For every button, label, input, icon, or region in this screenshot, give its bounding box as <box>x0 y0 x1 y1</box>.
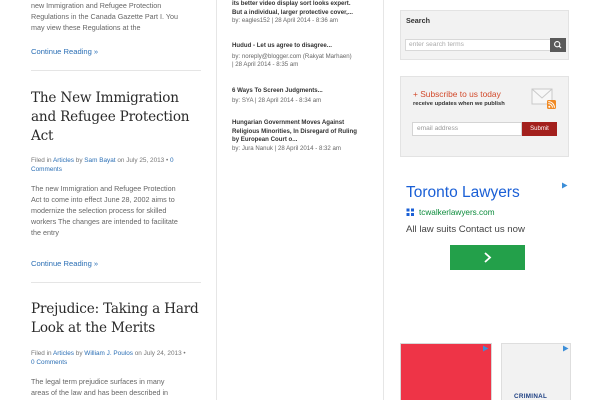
comment-byline: by: eagles152 | 28 April 2014 - 8:36 am <box>232 17 338 24</box>
adchoices-icon[interactable] <box>482 345 489 352</box>
email-field[interactable]: email address <box>412 122 522 136</box>
ad-banner-criminal[interactable] <box>501 343 571 400</box>
category-link[interactable]: Articles <box>53 157 74 164</box>
post-item: Prejudice: Taking a Hard Look at the Mer… <box>31 300 206 398</box>
comment-title-link[interactable]: Hudud - Let us agree to disagree... <box>232 42 382 51</box>
listing-icon <box>406 208 414 216</box>
post-divider <box>31 282 201 283</box>
search-widget: Search enter search terms <box>400 10 569 60</box>
ad-arrow-button[interactable] <box>450 245 525 270</box>
post-title-line[interactable]: Prejudice: Taking a Hard <box>31 300 206 319</box>
ad-banner-red[interactable] <box>400 343 492 400</box>
ad-banner-text: CRIMINAL <box>514 393 548 400</box>
category-link[interactable]: Articles <box>53 350 74 357</box>
comment-title-line[interactable]: by European Court o... <box>232 136 382 145</box>
comment-byline: | 28 April 2014 - 8:35 am <box>232 61 299 68</box>
recent-comment-item: Hungarian Government Moves Against Relig… <box>232 119 382 153</box>
post-title-line[interactable]: Act <box>31 127 206 146</box>
post-title-line[interactable]: Look at the Merits <box>31 319 206 338</box>
search-widget-title: Search <box>406 16 430 25</box>
meta-label: by <box>73 157 85 164</box>
comments-count-link[interactable]: 0 <box>170 157 174 164</box>
post-title-link[interactable]: Prejudice: Taking a Hard Look at the Mer… <box>31 300 206 338</box>
meta-label: Filed in <box>31 350 54 357</box>
post-meta: Filed in Articles by Sam Bayat on July 2… <box>31 156 206 174</box>
ad-headline-link[interactable]: Toronto Lawyers <box>406 184 520 202</box>
comments-link[interactable]: Comments <box>31 165 206 174</box>
recent-comment-item: 6 Ways To Screen Judgments... by: SYA | … <box>232 87 382 105</box>
comment-title-line[interactable]: But a individual, larger protective cove… <box>232 9 382 18</box>
post-excerpt: The legal term prejudice surfaces in man… <box>31 376 206 398</box>
comment-byline: by: noreply@blogger.com (Rakyat Marhaen) <box>232 52 352 60</box>
chevron-right-icon <box>484 252 492 263</box>
subscribe-subtitle: receive updates when we publish <box>413 101 505 107</box>
excerpt-line: Act to come into effect June 28, 2002 ai… <box>31 195 175 204</box>
post-excerpt-previous: new Immigration and Refugee Protection R… <box>31 0 206 33</box>
excerpt-line: areas of the law and has been described … <box>31 388 169 397</box>
column-divider-left <box>216 0 217 400</box>
author-link[interactable]: Sam Bayat <box>84 157 115 164</box>
column-divider-right <box>383 0 384 400</box>
comment-title-link[interactable]: its better video display sort looks expe… <box>232 0 382 17</box>
comment-title-line[interactable]: its better video display sort looks expe… <box>232 0 382 9</box>
comment-title-line[interactable]: Religious Minorities, In Disregard of Ru… <box>232 128 382 137</box>
comment-byline: by: Jura Nanuk | 28 April 2014 - 8:32 am <box>232 144 341 152</box>
ad-description: All law suits Contact us now <box>406 224 525 235</box>
comment-title-line[interactable]: Hungarian Government Moves Against <box>232 119 382 128</box>
meta-label: by <box>73 350 85 357</box>
excerpt-line: may view these Regulations at the <box>31 23 141 32</box>
post-title-link[interactable]: The New Immigration and Refugee Protecti… <box>31 89 206 146</box>
comment-title-link[interactable]: 6 Ways To Screen Judgments... <box>232 87 382 96</box>
excerpt-line: Regulations in the Canada Gazette Part I… <box>31 12 179 21</box>
author-link[interactable]: William J. Poulos <box>84 350 133 357</box>
post-date: on July 24, 2013 • <box>132 350 186 357</box>
adchoices-icon[interactable] <box>562 345 569 352</box>
post-date: on July 25, 2013 • <box>115 157 171 164</box>
excerpt-line: The legal term prejudice surfaces in man… <box>31 377 165 386</box>
continue-reading-link[interactable]: Continue Reading » <box>31 47 98 56</box>
post-divider <box>31 70 201 71</box>
post-title-line[interactable]: The New Immigration <box>31 89 206 108</box>
submit-button[interactable]: Submit <box>522 122 557 136</box>
ad-url[interactable]: tcwalkerlawyers.com <box>419 208 495 217</box>
comments-link[interactable]: Comments <box>36 359 67 366</box>
post-meta: Filed in Articles by William J. Poulos o… <box>31 349 206 367</box>
recent-comment-item: its better video display sort looks expe… <box>232 0 382 26</box>
excerpt-line: the entry <box>31 228 59 237</box>
excerpt-line: modernize the selection process for skil… <box>31 206 167 215</box>
post-title-line[interactable]: and Refugee Protection <box>31 108 206 127</box>
excerpt-line: The new Immigration and Refugee Protecti… <box>31 184 176 193</box>
recent-comment-item: Hudud - Let us agree to disagree... by: … <box>232 42 382 70</box>
post-excerpt: The new Immigration and Refugee Protecti… <box>31 183 206 238</box>
comment-title-link[interactable]: Hungarian Government Moves Against Relig… <box>232 119 382 145</box>
meta-label: Filed in <box>31 157 54 164</box>
comments-count-link[interactable]: 0 <box>31 359 35 366</box>
search-icon <box>554 41 562 49</box>
continue-reading-link[interactable]: Continue Reading » <box>31 259 98 268</box>
search-input[interactable]: enter search terms <box>405 39 551 51</box>
subscribe-title: + Subscribe to us today <box>413 89 501 99</box>
adchoices-icon[interactable] <box>561 182 568 189</box>
excerpt-line: new Immigration and Refugee Protection <box>31 1 162 10</box>
excerpt-line: workers The changes are intended to faci… <box>31 217 178 226</box>
email-rss-icon <box>531 88 556 109</box>
search-button[interactable] <box>550 38 566 52</box>
post-item: The New Immigration and Refugee Protecti… <box>31 89 206 238</box>
comment-byline: by: SYA | 28 April 2014 - 8:34 am <box>232 96 322 104</box>
